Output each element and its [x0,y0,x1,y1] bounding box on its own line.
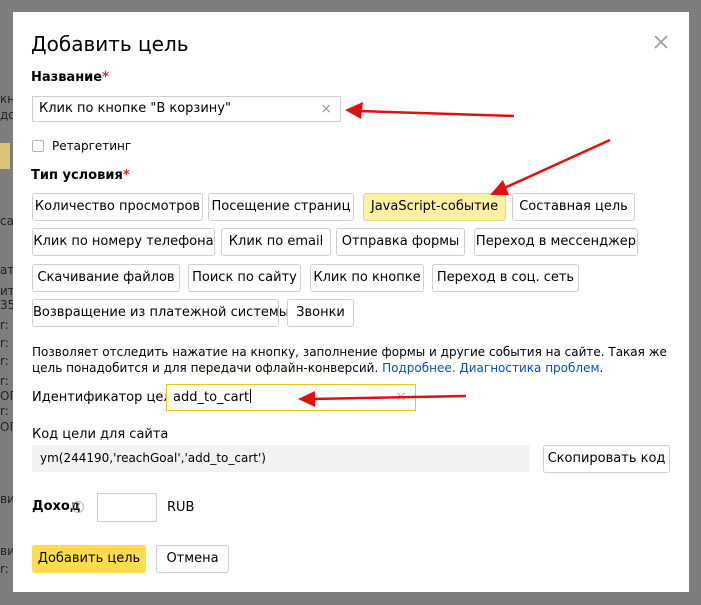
condition-chip[interactable]: Количество просмотров [32,193,203,221]
goal-id-label: Идентификатор цели: [32,390,185,405]
site-code-box: ym(244190,'reachGoal','add_to_cart') [32,445,529,472]
description-end: . [599,361,604,375]
condition-chip[interactable]: Клик по email [221,228,331,256]
close-icon[interactable] [651,32,671,52]
required-mark: * [102,70,109,85]
condition-chip-selected[interactable]: JavaScript-событие [363,193,506,221]
site-code-label: Код цели для сайта [32,427,169,442]
condition-chip[interactable]: Составная цель [512,193,635,221]
condition-type-label: Тип условия* [31,168,130,183]
cancel-button[interactable]: Отмена [156,545,229,573]
condition-chip[interactable]: Переход в мессенджер [474,228,638,256]
retargeting-checkbox[interactable] [32,140,44,152]
copy-code-button[interactable]: Скопировать код [543,445,670,473]
condition-chip[interactable]: Звонки [287,299,354,327]
name-label-text: Название [31,70,103,85]
condition-chip[interactable]: Переход в соц. сеть [432,264,579,292]
background-button-fragment [0,143,10,169]
retargeting-label: Ретаргетинг [52,139,132,153]
condition-chip[interactable]: Возвращение из платежной системы [32,299,289,327]
diagnostics-link[interactable]: Диагностика проблем [459,361,599,375]
currency-label: RUB [167,500,195,515]
condition-chip[interactable]: Посещение страниц [208,193,354,221]
clear-icon[interactable]: × [395,385,407,410]
add-goal-button[interactable]: Добавить цель [32,545,146,573]
background-text: са [0,214,14,228]
condition-chip[interactable]: Скачивание файлов [32,264,180,292]
help-icon[interactable]: ? [72,501,84,513]
goal-name-input[interactable]: Клик по кнопке "В корзину" × [32,96,341,122]
name-label: Название* [31,70,109,85]
clear-icon[interactable]: × [320,97,332,121]
condition-type-label-text: Тип условия [31,168,123,183]
condition-chip[interactable]: Клик по кнопке [310,264,424,292]
dialog-title: Добавить цель [31,32,189,56]
required-mark: * [122,168,130,183]
condition-chip[interactable]: Клик по номеру телефона [32,228,215,256]
condition-chip[interactable]: Отправка формы [336,228,465,256]
goal-id-value: add_to_cart [173,390,250,405]
condition-chip[interactable]: Поиск по сайту [188,264,301,292]
condition-description: Позволяет отследить нажатие на кнопку, з… [32,344,672,376]
goal-name-value: Клик по кнопке "В корзину" [39,101,231,116]
income-input[interactable] [97,493,157,522]
add-goal-dialog: Добавить цель Название* Клик по кнопке "… [13,12,689,592]
text-caret [250,389,252,403]
goal-id-input[interactable]: add_to_cart × [166,384,416,411]
more-info-link[interactable]: Подробнее. [382,361,455,375]
